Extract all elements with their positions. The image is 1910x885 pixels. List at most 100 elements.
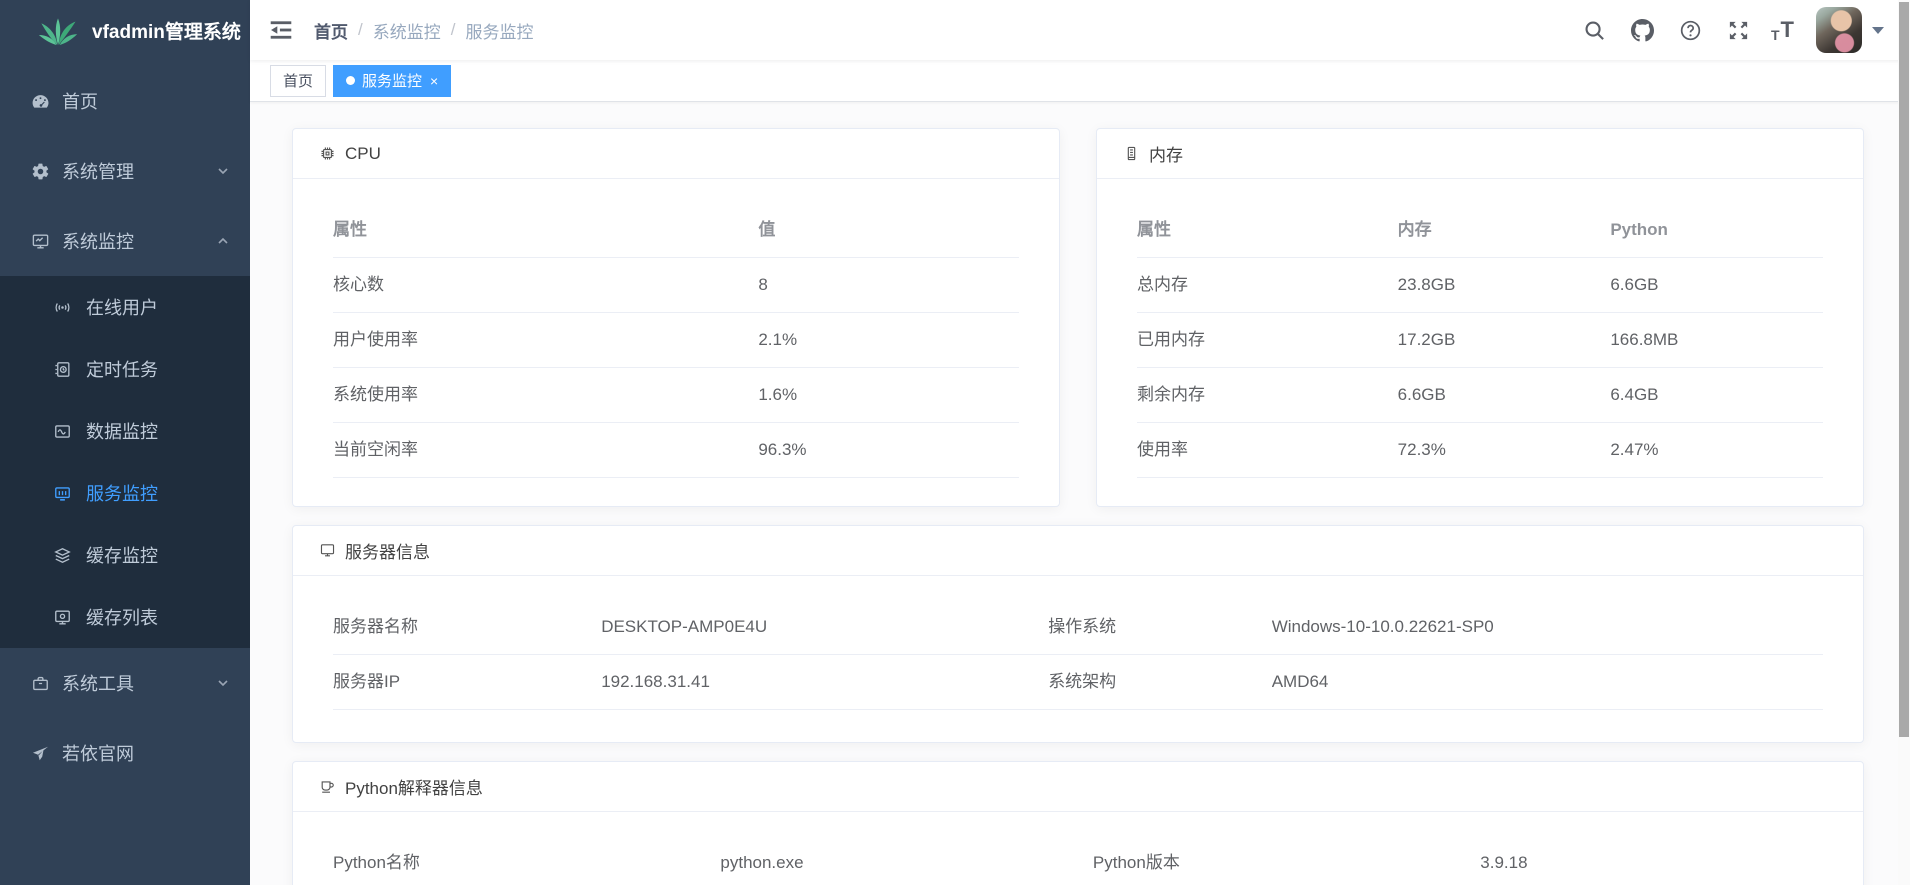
- sidebar-item-cache-list[interactable]: 缓存列表: [0, 586, 250, 648]
- sidebar-item-online-users[interactable]: 在线用户: [0, 276, 250, 338]
- cell-value: Windows-10-10.0.22621-SP0: [1272, 600, 1823, 655]
- cell-value: 2.47%: [1610, 423, 1823, 478]
- question-icon[interactable]: [1671, 8, 1711, 52]
- sidebar-item-ruoyi-website[interactable]: 若依官网: [0, 718, 250, 788]
- scheduled-job-icon: [52, 359, 72, 379]
- scrollbar-thumb[interactable]: [1899, 2, 1909, 737]
- plant-logo-icon: [38, 13, 78, 47]
- sidebar-item-label: 缓存列表: [86, 604, 230, 630]
- cell-label: 用户使用率: [333, 313, 758, 368]
- memory-table: 属性 内存 Python 总内存23.8GB6.6GB 已用内存17.2GB16…: [1137, 203, 1823, 478]
- cell-label: Python名称: [333, 836, 720, 885]
- cell-value: 2.1%: [758, 313, 1019, 368]
- caret-down-icon: [1872, 27, 1884, 34]
- cpu-card-header: CPU: [293, 129, 1059, 179]
- cell-value: 6.4GB: [1610, 368, 1823, 423]
- sidebar-item-cache-monitor[interactable]: 缓存监控: [0, 524, 250, 586]
- server-info-card: 服务器信息 服务器名称 DESKTOP-AMP0E4U 操作系统 Windows…: [292, 525, 1864, 743]
- table-row: 服务器名称 DESKTOP-AMP0E4U 操作系统 Windows-10-10…: [333, 600, 1823, 655]
- sidebar-item-label: 若依官网: [62, 740, 230, 766]
- online-user-icon: [52, 297, 72, 317]
- chevron-down-icon: [216, 164, 230, 178]
- table-row: Python名称 python.exe Python版本 3.9.18: [333, 836, 1823, 885]
- cell-label: 服务器IP: [333, 655, 601, 710]
- sidebar-toggle-icon[interactable]: [268, 17, 294, 43]
- tag-server-monitor[interactable]: 服务监控 ×: [333, 65, 451, 97]
- memory-stick-icon: [1123, 145, 1140, 162]
- cell-value: 8: [758, 258, 1019, 313]
- cell-label: 核心数: [333, 258, 758, 313]
- breadcrumb-home[interactable]: 首页: [314, 18, 348, 43]
- memory-card-header: 内存: [1097, 129, 1863, 179]
- cell-value: 6.6GB: [1610, 258, 1823, 313]
- vertical-scrollbar[interactable]: [1898, 0, 1910, 885]
- sidebar-item-server-monitor[interactable]: 服务监控: [0, 462, 250, 524]
- tag-label: 服务监控: [362, 70, 422, 91]
- table-row: 使用率72.3%2.47%: [1137, 423, 1823, 478]
- cell-label: 系统架构: [1048, 655, 1272, 710]
- avatar[interactable]: [1816, 7, 1862, 53]
- table-row: 用户使用率2.1%: [333, 313, 1019, 368]
- sidebar-item-label: 数据监控: [86, 418, 230, 444]
- font-size-icon[interactable]: TT: [1767, 17, 1798, 43]
- sidebar-item-label: 定时任务: [86, 356, 230, 382]
- search-icon[interactable]: [1575, 8, 1615, 52]
- table-row: 当前空闲率96.3%: [333, 423, 1019, 478]
- cell-value: 96.3%: [758, 423, 1019, 478]
- cell-value: 72.3%: [1398, 423, 1611, 478]
- gear-icon: [30, 161, 50, 181]
- sidebar-item-label: 服务监控: [86, 480, 230, 506]
- cell-value: python.exe: [720, 836, 1093, 885]
- cell-value: AMD64: [1272, 655, 1823, 710]
- sidebar-item-label: 首页: [62, 88, 230, 114]
- cell-label: 服务器名称: [333, 600, 601, 655]
- cache-monitor-icon: [52, 545, 72, 565]
- cell-value: 6.6GB: [1398, 368, 1611, 423]
- sidebar-item-label: 系统工具: [62, 670, 216, 696]
- server-monitor-icon: [52, 483, 72, 503]
- sidebar-item-system-management[interactable]: 系统管理: [0, 136, 250, 206]
- tags-view-bar: 首页 服务监控 ×: [250, 60, 1910, 102]
- sidebar-item-system-monitor[interactable]: 系统监控: [0, 206, 250, 276]
- sidebar: vfadmin管理系统 首页 系统管理: [0, 0, 250, 885]
- cell-label: 剩余内存: [1137, 368, 1398, 423]
- sidebar-item-label: 在线用户: [86, 294, 230, 320]
- chevron-down-icon: [216, 676, 230, 690]
- monitor-chart-icon: [30, 231, 50, 251]
- table-row: 总内存23.8GB6.6GB: [1137, 258, 1823, 313]
- active-dot: [346, 76, 355, 85]
- card-title: Python解释器信息: [345, 774, 483, 799]
- tag-label: 首页: [283, 70, 313, 91]
- table-row: 核心数8: [333, 258, 1019, 313]
- close-icon[interactable]: ×: [430, 74, 438, 88]
- tag-home[interactable]: 首页: [270, 65, 326, 97]
- sidebar-item-label: 缓存监控: [86, 542, 230, 568]
- toolbox-icon: [30, 673, 50, 693]
- chevron-up-icon: [216, 234, 230, 248]
- fullscreen-icon[interactable]: [1719, 8, 1759, 52]
- cell-label: 使用率: [1137, 423, 1398, 478]
- table-row: 系统使用率1.6%: [333, 368, 1019, 423]
- card-title: 服务器信息: [345, 538, 430, 563]
- server-monitor-icon: [319, 542, 336, 559]
- app-logo[interactable]: vfadmin管理系统: [0, 0, 250, 60]
- python-info-table: Python名称 python.exe Python版本 3.9.18: [333, 836, 1823, 885]
- server-info-table: 服务器名称 DESKTOP-AMP0E4U 操作系统 Windows-10-10…: [333, 600, 1823, 710]
- table-row: 剩余内存6.6GB6.4GB: [1137, 368, 1823, 423]
- sidebar-item-scheduled-jobs[interactable]: 定时任务: [0, 338, 250, 400]
- sidebar-item-data-monitor[interactable]: 数据监控: [0, 400, 250, 462]
- github-icon[interactable]: [1623, 8, 1663, 52]
- table-row: 服务器IP 192.168.31.41 系统架构 AMD64: [333, 655, 1823, 710]
- cache-list-icon: [52, 607, 72, 627]
- cell-label: 系统使用率: [333, 368, 758, 423]
- sidebar-item-home[interactable]: 首页: [0, 66, 250, 136]
- card-title: 内存: [1149, 141, 1183, 166]
- column-header: 值: [758, 203, 1019, 258]
- breadcrumb: 首页 / 系统监控 / 服务监控: [314, 18, 533, 43]
- sidebar-item-system-tools[interactable]: 系统工具: [0, 648, 250, 718]
- dashboard-icon: [30, 91, 50, 111]
- user-menu[interactable]: [1816, 7, 1884, 53]
- cell-value: 1.6%: [758, 368, 1019, 423]
- page-content: CPU 属性值 核心数8 用户使用率2.1% 系统使用率1.6% 当前空闲率96…: [250, 102, 1910, 885]
- sidebar-menu: 首页 系统管理 系统监控: [0, 60, 250, 788]
